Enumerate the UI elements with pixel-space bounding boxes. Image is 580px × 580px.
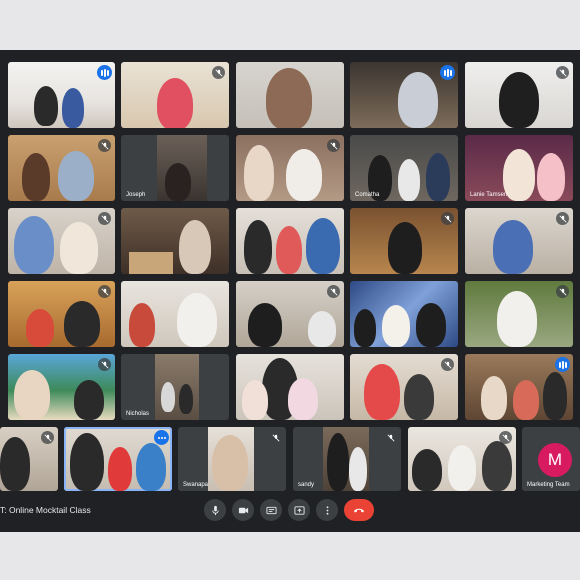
participant-tile[interactable] [8,281,115,347]
mic-off-icon [41,431,54,444]
participant-name: Lanie Tamsen [470,192,508,198]
more-button[interactable] [316,499,338,521]
mic-button[interactable] [204,499,226,521]
avatar: M [538,443,572,477]
participant-tile[interactable]: Lanie Tamsen [465,135,573,201]
mic-icon [211,505,219,515]
mic-off-icon [327,285,340,298]
participant-tile[interactable] [8,62,115,128]
participant-tile[interactable] [64,427,172,491]
speaking-indicator-icon [555,357,570,372]
participant-name: Marketing Team [527,482,570,488]
participant-name: Swanapa [183,482,209,488]
call-controls [204,499,374,521]
mic-off-icon [384,431,397,444]
participant-tile[interactable] [465,208,573,274]
mic-off-icon [556,285,569,298]
mic-off-icon [556,66,569,79]
participant-tile[interactable] [465,62,573,128]
participant-tile[interactable] [350,354,458,420]
camera-icon [238,507,248,513]
participant-tile[interactable] [8,135,115,201]
hangup-button[interactable] [344,499,374,521]
participant-tile[interactable] [121,62,229,128]
participant-tile[interactable]: sandy [293,427,401,491]
mic-off-icon [98,285,111,298]
participant-tile[interactable] [236,354,344,420]
captions-button[interactable] [260,499,282,521]
participant-tile[interactable] [465,354,573,420]
participant-tile[interactable] [236,62,344,128]
participant-name: Joseph [126,192,146,198]
participant-tile[interactable] [350,62,458,128]
mic-off-icon [98,358,111,371]
participant-tile[interactable] [236,208,344,274]
participant-tile[interactable]: Joseph [121,135,229,201]
participant-tile[interactable] [8,354,115,420]
mic-off-icon [441,212,454,225]
meeting-window: Joseph Comatha Lanie Tamsen Nicholas Swa… [0,50,580,532]
present-icon [293,505,305,515]
participant-tile[interactable] [121,208,229,274]
more-options-icon[interactable] [154,430,169,445]
mic-off-icon [98,139,111,152]
participant-tile[interactable] [350,281,458,347]
present-button[interactable] [288,499,310,521]
captions-icon [265,506,277,514]
mic-off-icon [499,431,512,444]
participant-tile[interactable] [236,135,344,201]
participant-tile[interactable] [121,281,229,347]
control-bar: T: Online Mocktail Class [0,490,580,532]
participant-tile[interactable]: M Marketing Team [522,427,580,491]
participant-tile[interactable]: Nicholas [121,354,229,420]
participant-tile[interactable]: Comatha [350,135,458,201]
mic-off-icon [556,212,569,225]
participant-name: Comatha [355,192,380,198]
mic-off-icon [269,431,282,444]
participant-tile[interactable] [8,208,115,274]
speaking-indicator-icon [97,65,112,80]
more-icon [326,505,328,515]
mic-off-icon [212,66,225,79]
speaking-indicator-icon [440,65,455,80]
mic-off-icon [98,212,111,225]
hangup-icon [354,508,364,513]
participant-tile[interactable] [0,427,58,491]
mic-off-icon [327,139,340,152]
participant-tile[interactable] [408,427,516,491]
participant-tile[interactable] [236,281,344,347]
participant-name: Nicholas [126,411,150,417]
participant-tile[interactable]: Swanapa [178,427,286,491]
camera-button[interactable] [232,499,254,521]
mic-off-icon [441,358,454,371]
participant-name: sandy [298,482,315,488]
meeting-title: T: Online Mocktail Class [0,505,91,515]
participant-tile[interactable] [465,281,573,347]
participant-tile[interactable] [350,208,458,274]
